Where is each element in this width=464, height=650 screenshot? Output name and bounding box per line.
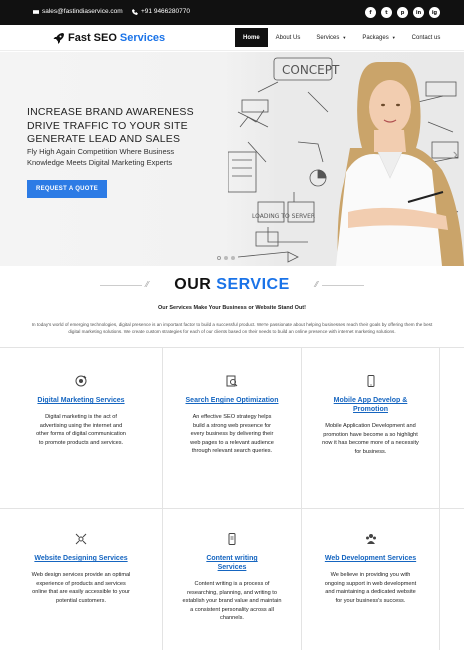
instagram-icon[interactable]: ig xyxy=(429,7,440,18)
slider-dots xyxy=(217,256,235,260)
main-nav: Home About Us Services ▼ Packages ▼ Contac… xyxy=(235,28,448,47)
section-intro: In today's world of emerging technologie… xyxy=(31,322,433,334)
service-title[interactable]: Search Engine Optimization xyxy=(177,396,287,405)
email-icon xyxy=(33,9,39,14)
top-bar: sales@fastindiaservice.com +91 946628077… xyxy=(0,0,464,25)
service-title[interactable]: Website Designing Services xyxy=(21,554,141,563)
nav-services[interactable]: Services ▼ xyxy=(308,28,354,47)
service-desc: We believe in providing you with ongoing… xyxy=(324,572,417,604)
slider-dot[interactable] xyxy=(231,256,235,260)
pinterest-icon[interactable]: p xyxy=(397,7,408,18)
svg-text:CONCEPT: CONCEPT xyxy=(282,63,340,77)
nav-packages-label: Packages xyxy=(362,34,389,41)
hero-whiteboard-image: CONCEPT LOADING TO SERVER xyxy=(228,57,464,266)
slider-dot[interactable] xyxy=(224,256,228,260)
request-quote-button[interactable]: REQUEST A QUOTE xyxy=(27,180,107,198)
seo-icon xyxy=(226,375,238,387)
facebook-icon[interactable]: f xyxy=(365,7,376,18)
service-desc: An effective SEO strategy helps build a … xyxy=(190,414,274,455)
logo-text-1: Fast SEO xyxy=(68,32,117,44)
digital-marketing-icon xyxy=(75,375,87,387)
service-desc: Web design services provide an optimal e… xyxy=(31,572,131,604)
hero-headline: INCREASE BRAND AWARENESS DRIVE TRAFFIC T… xyxy=(27,106,194,145)
section-title-2: SERVICE xyxy=(216,276,290,293)
service-card-partial xyxy=(440,509,464,650)
mobile-app-icon xyxy=(367,375,374,387)
divider-mark-right: ⁄⁄ xyxy=(315,280,318,289)
rocket-icon xyxy=(53,33,64,44)
service-title[interactable]: Mobile App Develop & Promotion xyxy=(328,396,413,414)
email-contact[interactable]: sales@fastindiaservice.com xyxy=(33,8,123,15)
service-card: Search Engine Optimization An effective … xyxy=(163,348,302,509)
website-design-icon xyxy=(75,533,87,545)
phone-text: +91 9466280770 xyxy=(141,8,190,15)
service-heading: ⁄⁄ OUR SERVICE ⁄⁄ xyxy=(0,276,464,294)
content-writing-icon xyxy=(228,533,236,545)
service-card: Content writing Services Content writing… xyxy=(163,509,302,650)
email-text: sales@fastindiaservice.com xyxy=(42,8,123,15)
service-desc: Content writing is a process of research… xyxy=(182,581,282,622)
site-logo[interactable]: Fast SEO Services xyxy=(53,32,165,44)
service-desc: Digital marketing is the act of advertis… xyxy=(36,414,126,446)
slider-next-arrow-icon[interactable]: › xyxy=(453,146,458,164)
phone-icon xyxy=(132,8,138,15)
hero-subheading: Fly High Again Competition Where Busines… xyxy=(27,147,175,167)
service-card-partial xyxy=(440,348,464,509)
service-card: Digital Marketing Services Digital marke… xyxy=(0,348,163,509)
chevron-down-icon: ▼ xyxy=(391,35,396,40)
hero-slider: CONCEPT LOADING TO SERVER INCREASE BRAND… xyxy=(0,52,464,266)
service-card: Website Designing Services Web design se… xyxy=(0,509,163,650)
phone-contact[interactable]: +91 9466280770 xyxy=(132,8,190,15)
chevron-down-icon: ▼ xyxy=(342,35,347,40)
twitter-icon[interactable]: t xyxy=(381,7,392,18)
web-development-icon xyxy=(365,534,376,544)
svg-text:LOADING TO SERVER: LOADING TO SERVER xyxy=(252,213,315,220)
divider-mark-left: ⁄⁄ xyxy=(146,280,149,289)
service-grid: Digital Marketing Services Digital marke… xyxy=(0,347,464,650)
nav-services-label: Services xyxy=(316,34,340,41)
section-tagline: Our Services Make Your Business or Websi… xyxy=(158,305,306,311)
nav-contact[interactable]: Contact us xyxy=(404,28,449,47)
service-desc: Mobile Application Development and promo… xyxy=(322,423,419,455)
nav-home[interactable]: Home xyxy=(235,28,268,47)
service-title[interactable]: Digital Marketing Services xyxy=(21,396,141,405)
nav-packages[interactable]: Packages ▼ xyxy=(354,28,403,47)
navbar: Fast SEO Services Home About Us Services… xyxy=(0,25,464,51)
service-card: Mobile App Develop & Promotion Mobile Ap… xyxy=(302,348,440,509)
heading-divider-right xyxy=(322,285,364,286)
logo-text-2: Services xyxy=(119,32,166,44)
nav-about[interactable]: About Us xyxy=(268,28,309,47)
service-title[interactable]: Content writing Services xyxy=(192,554,272,572)
slider-dot[interactable] xyxy=(217,256,221,260)
service-title[interactable]: Web Development Services xyxy=(316,554,426,563)
heading-divider-left xyxy=(100,285,142,286)
social-links: f t p in ig xyxy=(365,7,440,18)
service-card: Web Development Services We believe in p… xyxy=(302,509,440,650)
section-title-1: OUR xyxy=(174,276,212,293)
linkedin-icon[interactable]: in xyxy=(413,7,424,18)
section-title: OUR SERVICE xyxy=(0,276,464,294)
